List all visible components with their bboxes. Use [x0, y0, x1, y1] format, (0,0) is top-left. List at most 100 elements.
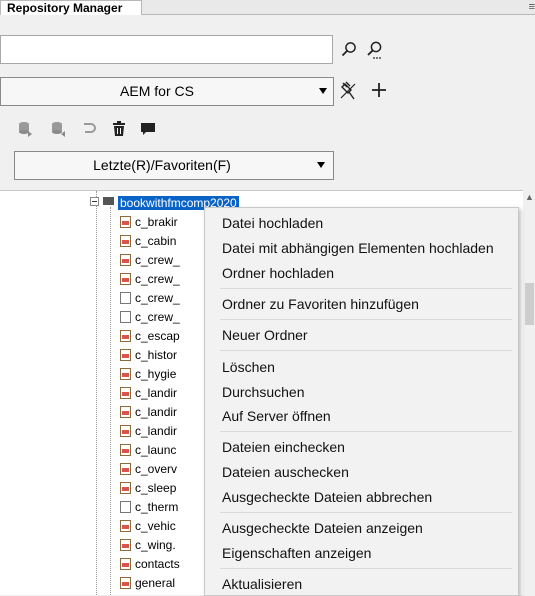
map-file-icon — [120, 329, 131, 342]
collapse-toggle-icon[interactable] — [90, 197, 99, 206]
tree-item-label: c_vehic — [135, 518, 176, 533]
document-icon — [120, 500, 131, 513]
menu-item-check-in[interactable]: Dateien einchecken — [222, 437, 345, 457]
connection-select[interactable]: AEM for CS — [0, 77, 334, 106]
tree-item-label: c_crew_ — [135, 271, 180, 286]
map-file-icon — [120, 519, 131, 532]
menu-separator — [220, 512, 512, 513]
delete-icon[interactable] — [110, 120, 128, 138]
tree-item-label: c_landir — [135, 423, 178, 438]
tree-item-label: c_sleep — [135, 480, 177, 495]
recent-favorites-select[interactable]: Letzte(R)/Favoriten(F) — [14, 151, 334, 180]
menu-item-new-folder[interactable]: Neuer Ordner — [222, 325, 308, 345]
chevron-down-icon — [319, 88, 327, 94]
menu-item-show-properties[interactable]: Eigenschaften anzeigen — [222, 543, 371, 563]
menu-item-open-on-server[interactable]: Auf Server öffnen — [222, 406, 331, 426]
search-icon[interactable] — [340, 40, 358, 58]
tree-item-label: c_therm — [135, 499, 179, 514]
panel-menu-icon[interactable]: ≡ — [529, 0, 535, 14]
chevron-down-icon — [317, 162, 325, 168]
checkin-icon[interactable] — [16, 120, 34, 138]
comment-icon[interactable] — [139, 120, 157, 138]
menu-item-delete[interactable]: Löschen — [222, 357, 275, 377]
tree-item[interactable]: c_escap — [120, 327, 180, 344]
tree-item[interactable]: c_crew_ — [120, 270, 180, 287]
menu-item-browse[interactable]: Durchsuchen — [222, 382, 305, 402]
map-file-icon — [120, 405, 131, 418]
undo-icon[interactable] — [80, 120, 98, 138]
tree-item[interactable]: c_crew_ — [120, 251, 180, 268]
checkout-icon[interactable] — [49, 120, 67, 138]
menu-item-upload-file[interactable]: Datei hochladen — [222, 213, 323, 233]
menu-separator — [220, 431, 512, 432]
map-file-icon — [120, 538, 131, 551]
map-file-icon — [120, 576, 131, 589]
tree-item-label: contacts — [135, 556, 180, 571]
add-icon[interactable] — [369, 80, 389, 100]
tree-item[interactable]: c_landir — [120, 403, 177, 420]
tree-item-label: c_hygie — [135, 366, 177, 381]
map-file-icon — [120, 215, 131, 228]
search-input[interactable] — [0, 35, 333, 64]
tree-item[interactable]: c_landir — [120, 384, 177, 401]
tree-item[interactable]: c_vehic — [120, 517, 176, 534]
tree-item-label: c_brakir — [135, 214, 178, 229]
map-file-icon — [120, 481, 131, 494]
tree-item-label: c_wing. — [135, 537, 176, 552]
tree-item[interactable]: c_crew_ — [120, 308, 180, 325]
tree-item-label: c_crew_ — [135, 252, 180, 267]
document-icon — [120, 310, 131, 323]
disconnect-plug-icon[interactable] — [338, 81, 358, 101]
tree-item-label: c_crew_ — [135, 309, 180, 324]
menu-item-show-checked-out[interactable]: Ausgecheckte Dateien anzeigen — [222, 518, 423, 538]
connection-select-value: AEM for CS — [120, 83, 194, 99]
tree-guide-line — [110, 207, 111, 595]
tree-item-label: c_launc — [135, 442, 177, 457]
advanced-search-icon[interactable] — [365, 40, 385, 60]
menu-item-upload-with-dependents[interactable]: Datei mit abhängigen Elementen hochladen — [222, 238, 494, 258]
repository-manager-tab[interactable]: Repository Manager — [0, 0, 142, 15]
tree-item[interactable]: c_brakir — [120, 213, 178, 230]
tree-guide-line — [96, 191, 97, 595]
tree-scrollbar[interactable] — [523, 190, 535, 594]
tree-item-label: c_histor — [135, 347, 178, 362]
menu-item-refresh[interactable]: Aktualisieren — [222, 574, 302, 594]
tree-item[interactable]: c_therm — [120, 498, 178, 515]
scroll-up-icon[interactable]: ▲ — [525, 192, 534, 202]
tree-item[interactable]: c_overv — [120, 460, 177, 477]
map-file-icon — [120, 557, 131, 570]
tree-item[interactable]: general — [120, 574, 175, 591]
menu-item-add-folder-to-favorites[interactable]: Ordner zu Favoriten hinzufügen — [222, 294, 419, 314]
tree-item[interactable]: c_cabin — [120, 232, 176, 249]
folder-icon — [103, 197, 114, 205]
menu-item-upload-folder[interactable]: Ordner hochladen — [222, 263, 334, 283]
tree-item[interactable]: c_crew_ — [120, 289, 180, 306]
map-file-icon — [120, 462, 131, 475]
tree-item[interactable]: c_hygie — [120, 365, 176, 382]
tree-item[interactable]: c_sleep — [120, 479, 176, 496]
document-icon — [120, 291, 131, 304]
tree-item[interactable]: c_wing. — [120, 536, 176, 553]
menu-separator — [220, 350, 512, 351]
map-file-icon — [120, 367, 131, 380]
tree-item-label: c_landir — [135, 404, 178, 419]
menu-separator — [220, 568, 512, 569]
tree-item-label: general — [135, 575, 176, 590]
tree-item[interactable]: c_landir — [120, 422, 177, 439]
scrollbar-thumb[interactable] — [525, 283, 534, 325]
recent-favorites-select-value: Letzte(R)/Favoriten(F) — [93, 157, 231, 173]
tree-item-label: c_landir — [135, 385, 178, 400]
map-file-icon — [120, 443, 131, 456]
map-file-icon — [120, 234, 131, 247]
menu-separator — [220, 288, 512, 289]
tree-item[interactable]: contacts — [120, 555, 180, 572]
map-file-icon — [120, 272, 131, 285]
tree-item-label: c_cabin — [135, 233, 177, 248]
map-file-icon — [120, 386, 131, 399]
menu-item-check-out[interactable]: Dateien auschecken — [222, 462, 349, 482]
tree-item[interactable]: c_launc — [120, 441, 176, 458]
tree-item-label: c_escap — [135, 328, 180, 343]
menu-item-cancel-checkout[interactable]: Ausgecheckte Dateien abbrechen — [222, 487, 432, 507]
tree-item[interactable]: c_histor — [120, 346, 177, 363]
tree-item-label: c_overv — [135, 461, 178, 476]
